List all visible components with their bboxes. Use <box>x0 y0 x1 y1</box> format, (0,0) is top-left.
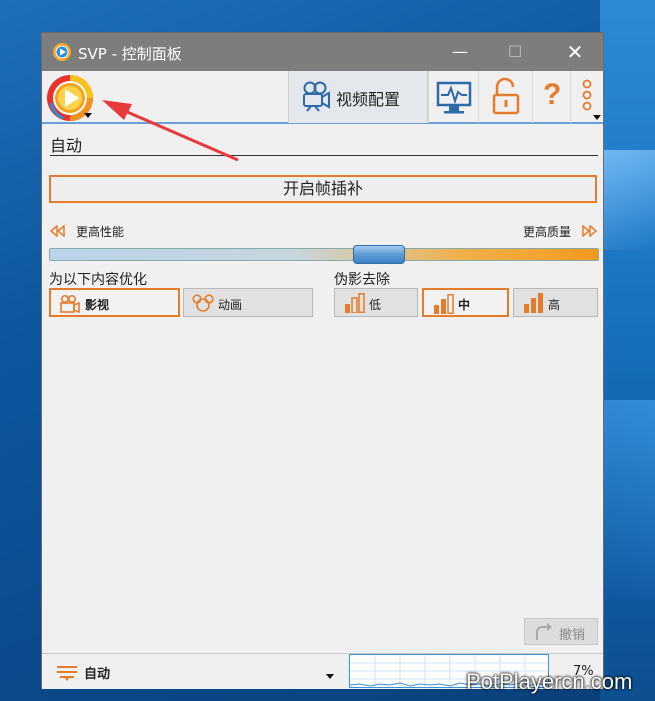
undo-button[interactable]: 撤销 <box>524 618 598 645</box>
profile-dropdown-caret-icon[interactable] <box>326 674 334 680</box>
undo-label: 撤销 <box>559 628 586 643</box>
window-title: SVP - 控制面板 <box>78 45 182 63</box>
more-vertical-icon <box>582 79 601 120</box>
desktop-light-beam <box>604 150 655 250</box>
redo-arrow-icon <box>536 623 552 640</box>
film-camera-icon <box>60 294 80 314</box>
desktop-light-beam <box>604 400 655 600</box>
artifact-removal-label: 伪影去除 <box>334 272 390 288</box>
optimize-for-label: 为以下内容优化 <box>49 272 147 288</box>
quality-right-label: 更高质量 <box>522 223 598 240</box>
help-icon: ? <box>543 78 562 111</box>
artifact-high-label: 高 <box>548 298 561 312</box>
more-menu-button[interactable] <box>570 71 603 123</box>
rewind-icon <box>49 224 65 238</box>
artifact-low-label: 低 <box>369 298 382 312</box>
bars-low-icon <box>345 293 365 313</box>
mouse-head-icon <box>192 294 214 312</box>
optimize-film-button[interactable]: 影视 <box>49 288 180 317</box>
monitor-button[interactable] <box>428 71 478 123</box>
help-button[interactable]: ? <box>532 71 570 123</box>
title-bar[interactable]: SVP - 控制面板 — ☐ ✕ <box>42 33 603 71</box>
enable-frame-interpolation-button[interactable]: 开启帧插补 <box>49 175 597 203</box>
quality-slider-track[interactable] <box>49 248 599 261</box>
artifact-low-button[interactable]: 低 <box>334 288 418 317</box>
site-watermark: PotPlayercn.com <box>466 669 633 694</box>
quality-left-label: 更高性能 <box>49 223 125 240</box>
maximize-button[interactable]: ☐ <box>492 33 538 71</box>
bars-high-icon <box>524 293 543 313</box>
logo-dropdown-caret-icon[interactable] <box>84 113 92 119</box>
artifact-mid-button[interactable]: 中 <box>422 288 509 317</box>
anime-option-label: 动画 <box>218 298 243 312</box>
monitor-icon <box>436 81 472 114</box>
profile-mode-underline <box>50 155 598 156</box>
optimize-anime-button[interactable]: 动画 <box>183 288 313 317</box>
film-option-label: 影视 <box>85 298 110 312</box>
tab-video-config-label: 视频配置 <box>336 90 401 109</box>
camera-icon <box>303 81 330 112</box>
profile-mode-label[interactable]: 自动 <box>50 132 82 156</box>
list-menu-icon[interactable] <box>57 665 77 681</box>
close-button[interactable]: ✕ <box>552 33 598 71</box>
bars-mid-icon <box>434 294 454 314</box>
quality-slider-thumb[interactable] <box>353 245 405 264</box>
fast-forward-icon <box>582 224 598 238</box>
status-profile-label[interactable]: 自动 <box>84 663 110 682</box>
higher-performance-label: 更高性能 <box>76 225 125 239</box>
artifact-high-button[interactable]: 高 <box>513 288 598 317</box>
svp-app-icon <box>53 43 71 61</box>
minimize-button[interactable]: — <box>437 33 483 71</box>
lock-button[interactable] <box>478 71 532 123</box>
unlock-icon <box>492 77 520 115</box>
tab-video-config[interactable]: 视频配置 <box>288 71 428 123</box>
svp-control-panel-window: SVP - 控制面板 — ☐ ✕ 视频配置 ? 自动 开启帧插补 更高性能 更高… <box>41 32 604 689</box>
higher-quality-label: 更高质量 <box>522 225 571 239</box>
artifact-mid-label: 中 <box>458 298 471 312</box>
